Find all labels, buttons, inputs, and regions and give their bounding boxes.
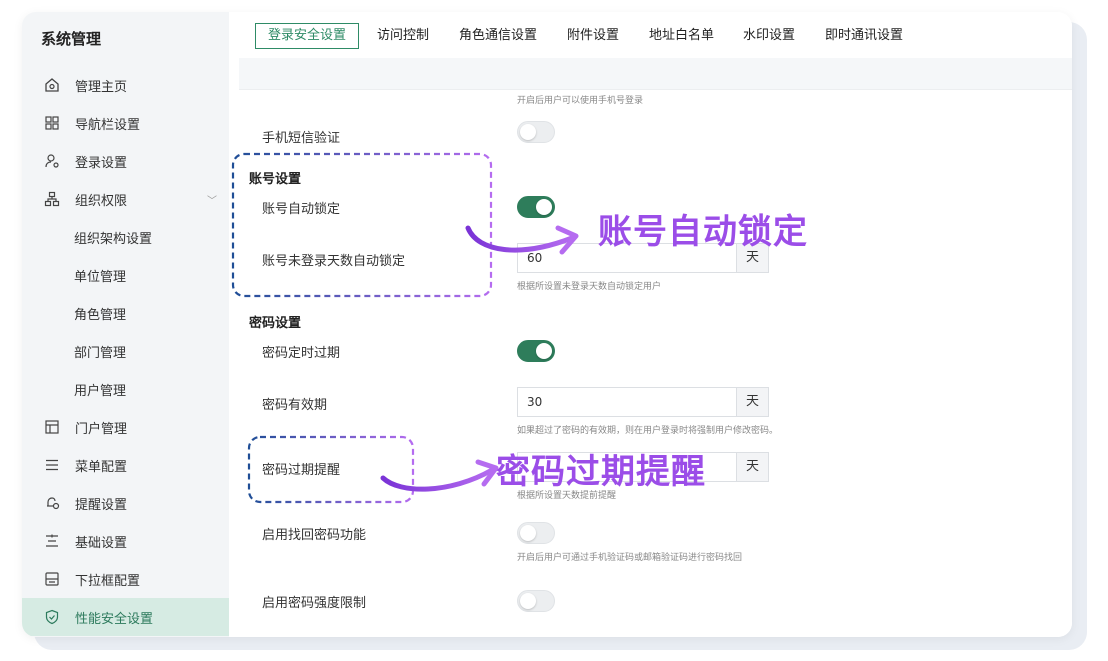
- portal-icon: [43, 418, 61, 436]
- inactive-lock-label: 账号未登录天数自动锁定: [262, 254, 406, 269]
- auto-lock-callout: 账号自动锁定: [598, 212, 808, 252]
- sidebar-item-label: 登录设置: [75, 155, 128, 171]
- tab-bar: 登录安全设置 访问控制 角色通信设置 附件设置 地址白名单 水印设置 即时通讯设…: [239, 12, 1072, 58]
- tab-im[interactable]: 即时通讯设置: [825, 23, 903, 49]
- auto-lock-label: 账号自动锁定: [262, 202, 341, 217]
- sidebar-item-label: 提醒设置: [75, 497, 128, 513]
- pwd-recover-hint: 开启后用户可通过手机验证码或邮箱验证码进行密码找回: [517, 553, 743, 563]
- sidebar-item-reminder[interactable]: 提醒设置: [22, 484, 229, 522]
- account-section-title: 账号设置: [249, 172, 302, 187]
- tab-watermark[interactable]: 水印设置: [743, 23, 795, 49]
- sidebar-item-portal[interactable]: 门户管理: [22, 408, 229, 446]
- sidebar-item-unit[interactable]: 单位管理: [22, 256, 229, 294]
- sidebar-item-label: 导航栏设置: [75, 117, 141, 133]
- settings-content: 开启后用户可以使用手机号登录 手机短信验证 账号设置 账号自动锁定 账号未登录天…: [239, 90, 1072, 637]
- content-header-strip: [239, 58, 1072, 90]
- sidebar-item-label: 组织权限: [75, 193, 128, 209]
- dropdown-box-icon: [43, 570, 61, 588]
- sidebar-title: 系统管理: [41, 30, 102, 48]
- sms-verify-label: 手机短信验证: [262, 131, 341, 146]
- sidebar-item-label: 基础设置: [75, 535, 128, 551]
- password-section-title: 密码设置: [249, 316, 302, 331]
- sidebar-item-label: 下拉框配置: [75, 573, 141, 589]
- home-icon: [43, 76, 61, 94]
- pwd-valid-value: 30: [527, 395, 543, 409]
- tab-attachment[interactable]: 附件设置: [567, 23, 619, 49]
- sidebar-item-label: 部门管理: [74, 345, 127, 361]
- sidebar-item-label: 用户管理: [74, 383, 127, 399]
- tab-role-communication[interactable]: 角色通信设置: [459, 23, 537, 49]
- sidebar-item-label: 性能安全设置: [75, 611, 154, 627]
- pwd-valid-label: 密码有效期: [262, 398, 328, 413]
- auto-lock-switch[interactable]: [517, 196, 555, 218]
- sidebar-item-label: 角色管理: [74, 307, 127, 323]
- sidebar-item-label: 组织架构设置: [74, 231, 153, 247]
- sidebar-item-home[interactable]: 管理主页: [22, 66, 229, 104]
- sidebar-item-login[interactable]: 登录设置: [22, 142, 229, 180]
- sidebar-item-label: 管理主页: [75, 79, 128, 95]
- sidebar-item-label: 菜单配置: [75, 459, 128, 475]
- pwd-expire-label: 密码定时过期: [262, 346, 341, 361]
- sidebar-item-label: 单位管理: [74, 269, 127, 285]
- tab-address-whitelist[interactable]: 地址白名单: [649, 23, 714, 49]
- sliders-icon: [43, 532, 61, 550]
- sms-verify-switch[interactable]: [517, 121, 555, 143]
- phone-login-hint: 开启后用户可以使用手机号登录: [517, 96, 644, 106]
- sidebar-item-user[interactable]: 用户管理: [22, 370, 229, 408]
- sidebar-item-department[interactable]: 部门管理: [22, 332, 229, 370]
- sidebar-item-dropdown[interactable]: 下拉框配置: [22, 560, 229, 598]
- inactive-lock-hint: 根据所设置未登录天数自动锁定用户: [517, 282, 662, 292]
- pwd-remind-callout: 密码过期提醒: [496, 452, 706, 492]
- pwd-recover-label: 启用找回密码功能: [262, 528, 367, 543]
- pwd-valid-input[interactable]: 30 天: [517, 387, 769, 417]
- chevron-down-icon: ﹀: [207, 196, 217, 207]
- sidebar-item-security[interactable]: 性能安全设置: [22, 598, 229, 636]
- sidebar-item-label: 门户管理: [75, 421, 128, 437]
- pwd-remind-label: 密码过期提醒: [262, 463, 341, 478]
- grid-icon: [43, 114, 61, 132]
- pwd-expire-switch[interactable]: [517, 340, 555, 362]
- tab-access-control[interactable]: 访问控制: [377, 23, 429, 49]
- pwd-remind-unit: 天: [736, 453, 768, 481]
- pwd-recover-switch[interactable]: [517, 522, 555, 544]
- shield-icon: [43, 608, 61, 626]
- sidebar-item-org-structure[interactable]: 组织架构设置: [22, 218, 229, 256]
- app-window: 系统管理 管理主页 导航栏设置 登录设置 组织权限 ﹀ 组织架构设置 单位管理 …: [22, 12, 1072, 637]
- bell-icon: [43, 494, 61, 512]
- sidebar-item-role[interactable]: 角色管理: [22, 294, 229, 332]
- sidebar-item-menu-config[interactable]: 菜单配置: [22, 446, 229, 484]
- org-tree-icon: [43, 190, 61, 208]
- pwd-strength-label: 启用密码强度限制: [262, 596, 367, 611]
- pwd-valid-hint: 如果超过了密码的有效期，则在用户登录时将强制用户修改密码。: [517, 426, 779, 436]
- tab-login-security[interactable]: 登录安全设置: [255, 23, 360, 49]
- sidebar-item-org-permission[interactable]: 组织权限 ﹀: [22, 180, 229, 218]
- sidebar-item-basic[interactable]: 基础设置: [22, 522, 229, 560]
- sidebar-item-navbar[interactable]: 导航栏设置: [22, 104, 229, 142]
- sidebar: 系统管理 管理主页 导航栏设置 登录设置 组织权限 ﹀ 组织架构设置 单位管理 …: [22, 12, 229, 637]
- pwd-valid-unit: 天: [736, 388, 768, 416]
- menu-lines-icon: [43, 456, 61, 474]
- user-login-icon: [43, 152, 61, 170]
- pwd-strength-switch[interactable]: [517, 590, 555, 612]
